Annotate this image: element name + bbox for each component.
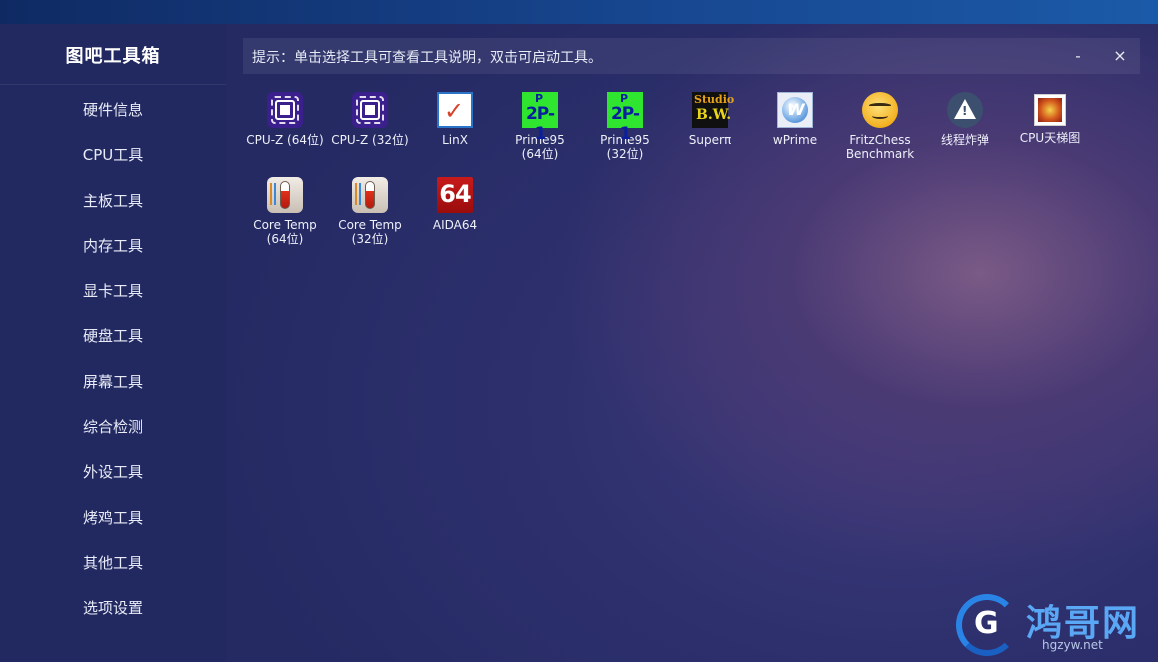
window-top-strip <box>0 0 1158 24</box>
sidebar-item-settings[interactable]: 选项设置 <box>0 586 226 631</box>
aida64-icon-number: 64 <box>439 180 471 208</box>
watermark-logo-letter: G <box>974 606 999 641</box>
tool-label: AIDA64 <box>432 218 478 232</box>
sidebar-item-comprehensive-test[interactable]: 综合检测 <box>0 405 226 450</box>
app-title: 图吧工具箱 <box>65 46 161 67</box>
sidebar-item-motherboard-tools[interactable]: 主板工具 <box>0 179 226 224</box>
cpu-z-icon <box>267 92 303 128</box>
tool-label: LinX <box>442 133 468 147</box>
cpu-z-icon <box>352 92 388 128</box>
fritz-smiley-icon <box>862 92 898 128</box>
tool-coretemp-32[interactable]: Core Temp (32位) <box>328 177 412 246</box>
linx-checkbox-icon: ✓ <box>437 92 473 128</box>
hint-bar: 提示：单击选择工具可查看工具说明，双击可启动工具。 - × <box>243 38 1140 74</box>
tool-coretemp-64[interactable]: Core Temp (64位) <box>243 177 327 246</box>
sidebar-item-screen-tools[interactable]: 屏幕工具 <box>0 360 226 405</box>
tool-thread-bomb[interactable]: ! 线程炸弹 <box>923 92 1007 147</box>
tool-label: 线程炸弹 <box>940 133 989 147</box>
wprime-icon: W <box>777 92 813 128</box>
tool-cpuz-64[interactable]: CPU-Z (64位) <box>243 92 327 147</box>
tool-prime95-32[interactable]: P 2P-1 Prime95 (32位) <box>583 92 667 161</box>
tool-label: Core Temp (64位) <box>253 218 317 246</box>
prime95-icon-formula: 2P-1 <box>610 104 640 144</box>
prime95-icon: P 2P-1 <box>522 92 558 144</box>
sidebar-item-stress-tools[interactable]: 烤鸡工具 <box>0 496 226 541</box>
tool-prime95-64[interactable]: P 2P-1 Prime95 (64位) <box>498 92 582 161</box>
sidebar-item-hardware-info[interactable]: 硬件信息 <box>0 88 226 133</box>
thermometer-icon <box>352 177 388 213</box>
sidebar: 图吧工具箱 硬件信息 CPU工具 主板工具 内存工具 显卡工具 硬盘工具 屏幕工… <box>0 24 226 662</box>
tool-label: CPU天梯图 <box>1019 131 1081 145</box>
prime95-icon: P 2P-1 <box>607 92 643 144</box>
tool-label: CPU-Z (32位) <box>331 133 409 147</box>
tool-cpu-ladder[interactable]: CPU天梯图 <box>1008 92 1092 145</box>
prime95-icon-formula: 2P-1 <box>525 104 555 144</box>
tool-fritzchess[interactable]: FritzChess Benchmark <box>838 92 922 161</box>
tool-superpi[interactable]: Studio B.W. Superπ <box>668 92 752 147</box>
sidebar-item-peripheral-tools[interactable]: 外设工具 <box>0 450 226 495</box>
wprime-icon-letter: W <box>787 100 805 119</box>
warning-icon-mark: ! <box>962 104 968 118</box>
tool-wprime[interactable]: W wPrime <box>753 92 837 147</box>
sidebar-item-disk-tools[interactable]: 硬盘工具 <box>0 314 226 359</box>
tool-label: Core Temp (32位) <box>338 218 402 246</box>
hint-text: 提示：单击选择工具可查看工具说明，双击可启动工具。 <box>252 50 602 66</box>
aida64-icon: 64 <box>437 177 473 213</box>
title-divider <box>0 84 226 85</box>
tool-label: FritzChess Benchmark <box>845 133 915 161</box>
tool-cpuz-32[interactable]: CPU-Z (32位) <box>328 92 412 147</box>
sidebar-item-cpu-tools[interactable]: CPU工具 <box>0 133 226 178</box>
tool-label: Superπ <box>688 133 732 147</box>
sidebar-item-memory-tools[interactable]: 内存工具 <box>0 224 226 269</box>
watermark-url: hgzyw.net <box>1042 638 1103 652</box>
thermometer-icon <box>267 177 303 213</box>
tool-aida64[interactable]: 64 AIDA64 <box>413 177 497 232</box>
tool-linx[interactable]: ✓ LinX <box>413 92 497 147</box>
minimize-button[interactable]: - <box>1066 44 1090 68</box>
close-button[interactable]: × <box>1108 44 1132 68</box>
superpi-icon-text-top: Studio <box>694 93 735 106</box>
sidebar-nav: 硬件信息 CPU工具 主板工具 内存工具 显卡工具 硬盘工具 屏幕工具 综合检测… <box>0 88 226 632</box>
superpi-icon-text-bottom: B.W. <box>696 107 732 123</box>
sidebar-item-gpu-tools[interactable]: 显卡工具 <box>0 269 226 314</box>
cpu-ladder-icon <box>1034 94 1066 126</box>
superpi-icon: Studio B.W. <box>692 92 734 128</box>
tool-label: wPrime <box>772 133 818 147</box>
watermark: G 鸿哥网 hgzyw.net <box>956 594 1152 656</box>
tool-label: CPU-Z (64位) <box>246 133 324 147</box>
app-window: 图吧工具箱 硬件信息 CPU工具 主板工具 内存工具 显卡工具 硬盘工具 屏幕工… <box>0 24 1158 662</box>
sidebar-item-other-tools[interactable]: 其他工具 <box>0 541 226 586</box>
warning-icon: ! <box>947 92 983 128</box>
